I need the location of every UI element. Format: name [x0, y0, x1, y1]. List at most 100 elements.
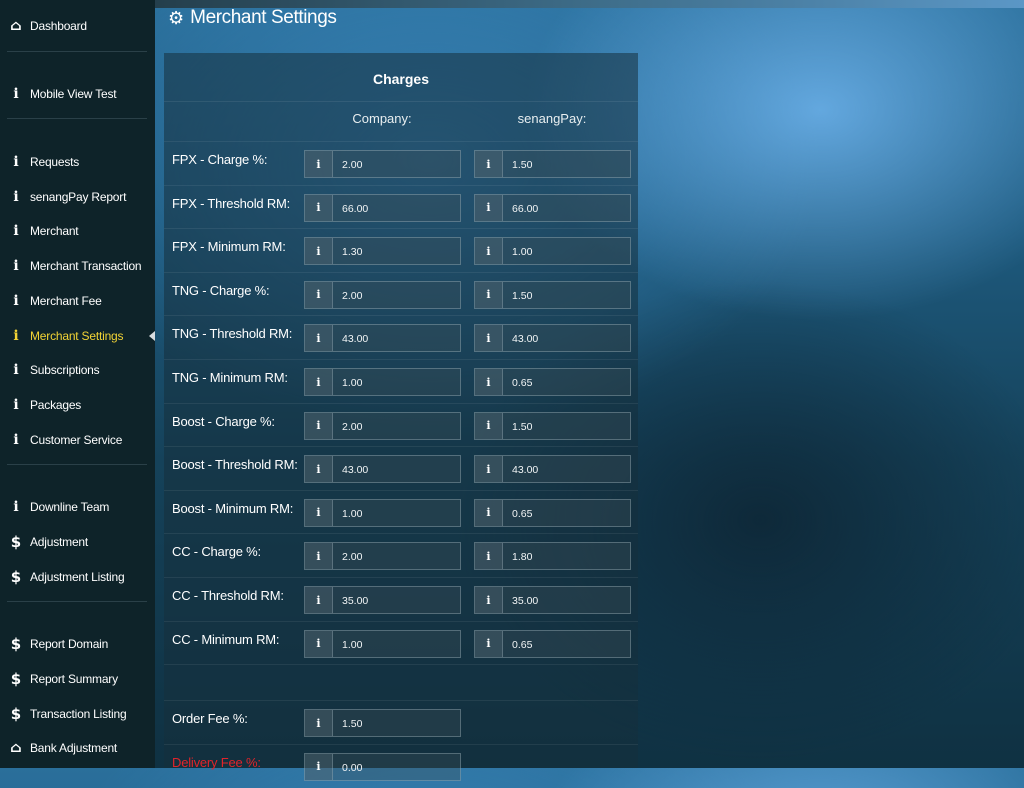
- sidebar-item-merchant-settings[interactable]: i Merchant Settings: [0, 324, 155, 348]
- senangpay-input-group: i: [474, 586, 631, 614]
- charge-row-label: CC - Minimum RM:: [172, 631, 280, 647]
- info-icon: i: [305, 281, 333, 308]
- dollar-icon: $: [10, 635, 22, 653]
- company-value-input[interactable]: [333, 412, 460, 439]
- senangpay-value-input[interactable]: [503, 543, 630, 570]
- senangpay-input-group: i: [474, 324, 631, 353]
- info-icon: i: [305, 630, 333, 657]
- info-icon: i: [305, 238, 333, 265]
- charge-row-label: FPX - Threshold RM:: [172, 195, 291, 211]
- charge-row-label: Boost - Minimum RM:: [172, 500, 294, 516]
- company-value-input[interactable]: [333, 630, 460, 657]
- company-input-group: i: [304, 542, 461, 571]
- company-value-input[interactable]: [333, 456, 460, 483]
- sidebar-item-label: Subscriptions: [30, 363, 100, 377]
- charge-row-label: TNG - Minimum RM:: [172, 370, 288, 385]
- senangpay-value-input[interactable]: [503, 281, 630, 308]
- sidebar-item-report-summary[interactable]: $ Report Summary: [0, 667, 155, 691]
- senangpay-value-input[interactable]: [503, 499, 630, 526]
- info-icon: i: [305, 710, 333, 736]
- sidebar-item-bank-adjustment[interactable]: ⌂ Bank Adjustment: [0, 736, 155, 760]
- senangpay-value-input[interactable]: [503, 456, 630, 483]
- senangpay-value-input[interactable]: [503, 325, 630, 352]
- fee-row-label: Delivery Fee %:: [172, 754, 261, 770]
- senangpay-value-input[interactable]: [503, 194, 630, 221]
- charge-row-label: CC - Charge %:: [172, 544, 261, 560]
- senangpay-value-input[interactable]: [503, 587, 630, 613]
- charge-row: FPX - Minimum RM: i i: [164, 228, 638, 272]
- company-value-input[interactable]: [333, 151, 460, 177]
- charge-row: FPX - Threshold RM: i i: [164, 184, 638, 229]
- info-icon: i: [13, 362, 19, 378]
- info-icon: i: [305, 369, 333, 395]
- sidebar: ⌂ Dashboard i Mobile View Test i Request…: [0, 0, 155, 768]
- charge-row-label: FPX - Minimum RM:: [172, 239, 286, 255]
- charge-row: TNG - Charge %: i i: [164, 271, 638, 316]
- info-icon: i: [475, 281, 503, 308]
- company-value-input[interactable]: [333, 238, 460, 265]
- page-title: ⚙ Merchant Settings: [168, 6, 337, 30]
- sidebar-divider: [7, 118, 147, 119]
- sidebar-divider: [7, 464, 147, 465]
- sidebar-item-label: Merchant Fee: [30, 294, 102, 308]
- sidebar-item-label: Merchant: [30, 224, 79, 238]
- senangpay-value-input[interactable]: [503, 630, 630, 657]
- fee-row-label: Order Fee %:: [172, 711, 248, 726]
- sidebar-item-requests[interactable]: i Requests: [0, 150, 155, 174]
- senangpay-value-input[interactable]: [503, 151, 630, 177]
- senangpay-column-header: senangPay:: [517, 111, 587, 126]
- sidebar-item-report-domain[interactable]: $ Report Domain: [0, 632, 155, 656]
- info-icon: i: [305, 587, 333, 613]
- sidebar-item-merchant[interactable]: i Merchant: [0, 219, 155, 243]
- gear-icon: ⚙: [168, 7, 185, 29]
- info-icon: i: [13, 86, 19, 102]
- info-icon: i: [305, 151, 333, 177]
- fee-value-input[interactable]: [333, 710, 460, 736]
- company-value-input[interactable]: [333, 587, 460, 613]
- divider: [164, 101, 638, 102]
- charge-row: FPX - Charge %: i i: [164, 141, 638, 185]
- fee-row: Order Fee %: i: [164, 700, 638, 744]
- company-value-input[interactable]: [333, 369, 460, 395]
- sidebar-item-senangpay-report[interactable]: i senangPay Report: [0, 185, 155, 209]
- senangpay-value-input[interactable]: [503, 238, 630, 265]
- senangpay-value-input[interactable]: [503, 369, 630, 395]
- sidebar-item-merchant-transaction[interactable]: i Merchant Transaction: [0, 254, 155, 278]
- company-value-input[interactable]: [333, 325, 460, 352]
- sidebar-item-downline-team[interactable]: i Downline Team: [0, 495, 155, 519]
- info-icon: i: [13, 293, 19, 309]
- senangpay-value-input[interactable]: [503, 412, 630, 439]
- info-icon: i: [13, 223, 19, 239]
- company-value-input[interactable]: [333, 499, 460, 526]
- sidebar-item-packages[interactable]: i Packages: [0, 393, 155, 417]
- sidebar-item-dashboard[interactable]: ⌂ Dashboard: [0, 14, 155, 38]
- sidebar-item-label: Adjustment Listing: [30, 570, 125, 584]
- company-value-input[interactable]: [333, 543, 460, 570]
- company-input-group: i: [304, 193, 461, 222]
- sidebar-item-label: Transaction Listing: [30, 707, 127, 721]
- sidebar-item-customer-service[interactable]: i Customer Service: [0, 428, 155, 452]
- info-icon: i: [475, 499, 503, 526]
- sidebar-item-subscriptions[interactable]: i Subscriptions: [0, 358, 155, 382]
- sidebar-item-transaction-listing[interactable]: $ Transaction Listing: [0, 702, 155, 726]
- sidebar-item-adjustment-listing[interactable]: $ Adjustment Listing: [0, 565, 155, 589]
- charge-row: Boost - Threshold RM: i i: [164, 446, 638, 490]
- sidebar-item-mobile-view-test[interactable]: i Mobile View Test: [0, 82, 155, 106]
- charge-row-label: CC - Threshold RM:: [172, 588, 284, 603]
- sidebar-item-merchant-fee[interactable]: i Merchant Fee: [0, 289, 155, 313]
- sidebar-item-adjustment[interactable]: $ Adjustment: [0, 530, 155, 554]
- senangpay-input-group: i: [474, 368, 631, 396]
- senangpay-input-group: i: [474, 455, 631, 484]
- sidebar-item-label: Customer Service: [30, 433, 123, 447]
- company-value-input[interactable]: [333, 194, 460, 221]
- active-caret-icon: [149, 331, 155, 341]
- charge-row-label: FPX - Charge %:: [172, 152, 268, 167]
- info-icon: i: [305, 456, 333, 483]
- info-icon: i: [13, 189, 19, 205]
- fee-value-input[interactable]: [333, 753, 460, 780]
- info-icon: i: [475, 151, 503, 177]
- charge-row: CC - Minimum RM: i i: [164, 620, 638, 665]
- dollar-icon: $: [10, 568, 22, 586]
- info-icon: i: [305, 499, 333, 526]
- company-value-input[interactable]: [333, 281, 460, 308]
